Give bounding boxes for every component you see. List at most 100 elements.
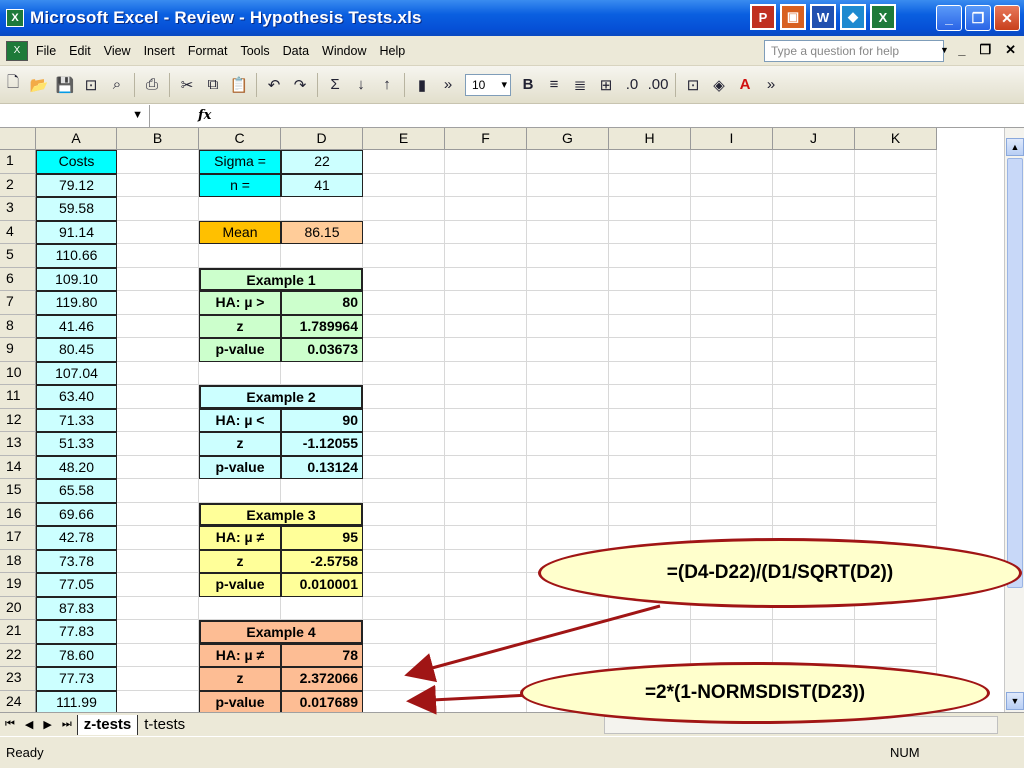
- menu-help[interactable]: Help: [380, 44, 406, 58]
- cell[interactable]: [281, 596, 363, 620]
- menu-edit[interactable]: Edit: [69, 44, 91, 58]
- permission-icon[interactable]: ⊡: [79, 73, 103, 97]
- cost-cell[interactable]: 107.04: [36, 361, 117, 385]
- doc-restore-icon[interactable]: ❐: [979, 42, 991, 58]
- cell[interactable]: [773, 244, 855, 268]
- cell[interactable]: [773, 385, 855, 409]
- cell[interactable]: [609, 314, 691, 338]
- toolbar-overflow-icon[interactable]: »: [759, 73, 783, 97]
- row-header[interactable]: 8: [0, 314, 36, 338]
- ha-label[interactable]: HA: µ ≠: [199, 643, 281, 667]
- cost-cell[interactable]: 48.20: [36, 455, 117, 479]
- app-icon[interactable]: ▣: [780, 4, 806, 30]
- cell[interactable]: [691, 173, 773, 197]
- cell[interactable]: [609, 150, 691, 174]
- cell[interactable]: [855, 385, 937, 409]
- cost-cell[interactable]: 119.80: [36, 291, 117, 315]
- autosum-icon[interactable]: Σ: [323, 73, 347, 97]
- ha-label[interactable]: HA: µ >: [199, 291, 281, 315]
- z-label[interactable]: z: [199, 667, 281, 691]
- cell[interactable]: [609, 338, 691, 362]
- cell[interactable]: [117, 173, 199, 197]
- cost-cell[interactable]: 51.33: [36, 432, 117, 456]
- cut-icon[interactable]: ✂: [175, 73, 199, 97]
- cost-cell[interactable]: 87.83: [36, 596, 117, 620]
- cell[interactable]: [609, 173, 691, 197]
- column-header-i[interactable]: I: [691, 128, 773, 150]
- cell[interactable]: [363, 244, 445, 268]
- p-value[interactable]: 0.010001: [281, 573, 363, 597]
- select-all-corner[interactable]: [0, 128, 36, 150]
- cell[interactable]: [363, 502, 445, 526]
- ha-value[interactable]: 80: [281, 291, 363, 315]
- cost-cell[interactable]: 65.58: [36, 479, 117, 503]
- cell[interactable]: [855, 314, 937, 338]
- row-header[interactable]: 12: [0, 408, 36, 432]
- cell[interactable]: [117, 620, 199, 644]
- cell[interactable]: [117, 502, 199, 526]
- paste-icon[interactable]: 📋: [227, 73, 251, 97]
- close-icon[interactable]: ✕: [994, 5, 1020, 31]
- cost-cell[interactable]: 111.99: [36, 690, 117, 712]
- menu-tools[interactable]: Tools: [240, 44, 269, 58]
- chevron-down-icon[interactable]: ▼: [940, 45, 949, 55]
- sigma-label[interactable]: Sigma =: [199, 150, 281, 174]
- example-title[interactable]: Example 1: [199, 267, 363, 291]
- print-icon[interactable]: ⎙: [140, 73, 164, 97]
- cell[interactable]: [445, 197, 527, 221]
- cell[interactable]: [527, 220, 609, 244]
- p-label[interactable]: p-value: [199, 690, 281, 712]
- minimize-icon[interactable]: _: [936, 5, 962, 31]
- cell[interactable]: [691, 361, 773, 385]
- p-value[interactable]: 0.03673: [281, 338, 363, 362]
- cell[interactable]: [855, 432, 937, 456]
- cell[interactable]: [445, 173, 527, 197]
- scroll-down-icon[interactable]: ▼: [1006, 692, 1024, 710]
- cost-cell[interactable]: 77.73: [36, 667, 117, 691]
- cell[interactable]: [527, 150, 609, 174]
- cost-cell[interactable]: 91.14: [36, 220, 117, 244]
- cell[interactable]: [445, 432, 527, 456]
- cell[interactable]: [445, 361, 527, 385]
- column-header-e[interactable]: E: [363, 128, 445, 150]
- cell[interactable]: [855, 408, 937, 432]
- cell[interactable]: [609, 455, 691, 479]
- cost-cell[interactable]: 41.46: [36, 314, 117, 338]
- research-icon[interactable]: ⌕: [105, 73, 129, 97]
- redo-icon[interactable]: ↷: [288, 73, 312, 97]
- cell[interactable]: [117, 479, 199, 503]
- cell[interactable]: [691, 150, 773, 174]
- cell[interactable]: [773, 338, 855, 362]
- cell[interactable]: [445, 690, 527, 712]
- cell[interactable]: [691, 620, 773, 644]
- cell[interactable]: [117, 220, 199, 244]
- font-size-select[interactable]: 10: [465, 73, 511, 96]
- cell[interactable]: [773, 361, 855, 385]
- cell[interactable]: [691, 267, 773, 291]
- cell[interactable]: [363, 150, 445, 174]
- increase-decimal-icon[interactable]: .0: [620, 73, 644, 97]
- row-header[interactable]: 13: [0, 432, 36, 456]
- cell[interactable]: [855, 338, 937, 362]
- doc-minimize-icon[interactable]: _: [958, 42, 965, 58]
- row-header[interactable]: 17: [0, 526, 36, 550]
- menu-format[interactable]: Format: [188, 44, 228, 58]
- cell[interactable]: [117, 150, 199, 174]
- row-header[interactable]: 2: [0, 173, 36, 197]
- column-header-k[interactable]: K: [855, 128, 937, 150]
- cell[interactable]: [609, 620, 691, 644]
- cost-cell[interactable]: 77.83: [36, 620, 117, 644]
- cell[interactable]: [363, 690, 445, 712]
- prev-sheet-icon[interactable]: ◀: [25, 718, 33, 731]
- cell[interactable]: [773, 432, 855, 456]
- cost-cell[interactable]: Costs: [36, 150, 117, 174]
- cell[interactable]: [363, 667, 445, 691]
- cell[interactable]: [855, 220, 937, 244]
- column-header-j[interactable]: J: [773, 128, 855, 150]
- cell[interactable]: [609, 197, 691, 221]
- row-header[interactable]: 4: [0, 220, 36, 244]
- merge-center-icon[interactable]: ⊞: [594, 73, 618, 97]
- decrease-decimal-icon[interactable]: .00: [646, 73, 670, 97]
- cell[interactable]: [445, 244, 527, 268]
- cell[interactable]: [117, 267, 199, 291]
